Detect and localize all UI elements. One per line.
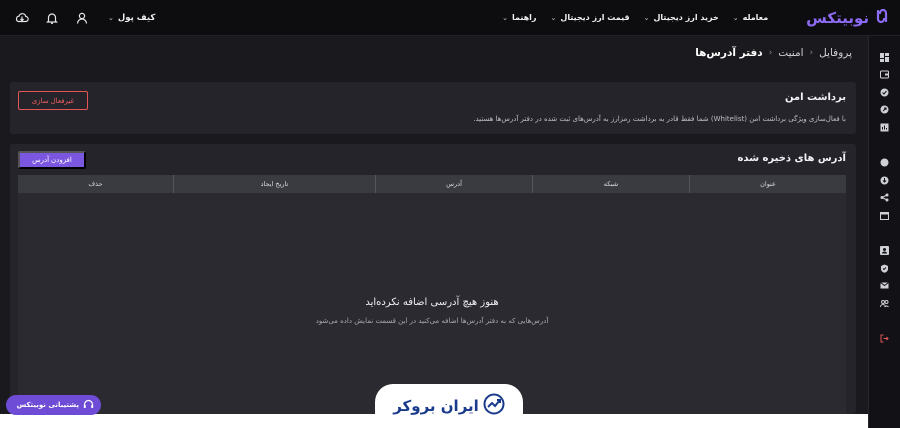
dashboard-icon[interactable] xyxy=(880,52,890,62)
top-right-nav: نوبیتکس معامله ⌄ خرید ارز دیجیتال ⌄ قیمت… xyxy=(502,8,890,28)
nav-item-label: خرید ارز دیجیتال xyxy=(653,13,719,22)
empty-state-description: آدرس‌هایی که به دفتر آدرس‌ها اضافه می‌کن… xyxy=(315,317,549,325)
chart-up-icon xyxy=(483,393,505,419)
chevron-left-icon: ‹ xyxy=(768,48,773,58)
share-icon[interactable] xyxy=(880,193,890,203)
safe-withdraw-title: برداشت امن xyxy=(784,92,846,103)
logo-mark-icon xyxy=(874,8,890,28)
breadcrumb-address-book: دفتر آدرس‌ها xyxy=(695,47,763,59)
support-label: پشتیبانی نوبیتکس xyxy=(16,401,79,409)
deposit-icon[interactable] xyxy=(880,175,890,185)
top-navbar: ⌄ کیف پول نوبیتکس معامله ⌄ خرید ارز دیجی… xyxy=(0,0,900,36)
watermark-text: ایران بروکر xyxy=(393,397,479,415)
logo-text: نوبیتکس xyxy=(806,8,869,27)
nav-item-label: معامله xyxy=(742,13,769,22)
column-network[interactable]: شبکه xyxy=(532,175,689,193)
orders-icon[interactable] xyxy=(880,87,890,97)
add-address-button[interactable]: افزودن آدرس xyxy=(18,151,86,169)
nav-item-trade[interactable]: معامله ⌄ xyxy=(733,13,768,22)
logout-icon[interactable] xyxy=(880,334,890,344)
report-icon[interactable] xyxy=(880,122,890,132)
nav-item-buy-crypto[interactable]: خرید ارز دیجیتال ⌄ xyxy=(644,13,719,22)
side-icon-rail xyxy=(868,36,900,428)
nav-item-label: قیمت ارز دیجیتال xyxy=(560,13,630,22)
headset-icon xyxy=(83,399,94,412)
chevron-down-icon: ⌄ xyxy=(550,13,557,22)
breadcrumb: پروفایل ‹ امنیت ‹ دفتر آدرس‌ها xyxy=(695,44,852,62)
referral-icon[interactable] xyxy=(880,298,890,308)
user-icon[interactable] xyxy=(74,10,90,26)
saved-addresses-title: آدرس های ذخیره شده xyxy=(737,153,846,164)
deactivate-button[interactable]: غیرفعال سازی xyxy=(18,91,88,110)
watermark-badge: ایران بروکر xyxy=(375,384,523,428)
main-nav: معامله ⌄ خرید ارز دیجیتال ⌄ قیمت ارز دیج… xyxy=(502,13,768,22)
profile-card-icon[interactable] xyxy=(880,246,890,256)
nav-item-label: راهنما xyxy=(511,13,537,22)
nav-item-help[interactable]: راهنما ⌄ xyxy=(502,13,536,22)
column-title[interactable]: عنوان xyxy=(689,175,846,193)
breadcrumb-profile[interactable]: پروفایل xyxy=(819,47,852,59)
chevron-down-icon: ⌄ xyxy=(732,13,739,22)
top-left-actions: ⌄ کیف پول xyxy=(14,10,155,26)
calendar-icon[interactable] xyxy=(880,210,890,220)
saved-addresses-panel: آدرس های ذخیره شده افزودن آدرس عنوان شبک… xyxy=(10,144,856,414)
column-created-date[interactable]: تاریخ ایجاد xyxy=(173,175,375,193)
chevron-down-icon: ⌄ xyxy=(108,13,114,22)
table-header: عنوان شبکه آدرس تاریخ ایجاد حذف xyxy=(18,175,846,193)
shield-icon[interactable] xyxy=(880,263,890,273)
wallet-label: کیف پول xyxy=(117,12,156,23)
wallet-menu[interactable]: ⌄ کیف پول xyxy=(108,13,155,23)
mail-icon[interactable] xyxy=(880,281,890,291)
support-button[interactable]: پشتیبانی نوبیتکس xyxy=(6,395,101,415)
phone-icon[interactable] xyxy=(880,158,890,168)
breadcrumb-security[interactable]: امنیت xyxy=(778,47,803,59)
chevron-down-icon: ⌄ xyxy=(643,13,650,22)
safe-withdraw-panel: برداشت امن با فعال‌سازی ویژگی برداشت امن… xyxy=(10,82,856,134)
empty-state-title: هنوز هیچ آدرسی اضافه نکرده‌اید xyxy=(365,297,499,308)
download-icon[interactable] xyxy=(14,10,30,26)
column-address[interactable]: آدرس xyxy=(375,175,532,193)
table-body: هنوز هیچ آدرسی اضافه نکرده‌اید آدرس‌هایی… xyxy=(18,193,846,414)
chevron-down-icon: ⌄ xyxy=(502,13,508,22)
logo[interactable]: نوبیتکس xyxy=(806,8,890,28)
nav-item-crypto-price[interactable]: قیمت ارز دیجیتال ⌄ xyxy=(551,13,630,22)
column-delete: حذف xyxy=(88,180,103,188)
chevron-left-icon: ‹ xyxy=(809,48,814,58)
wallet-icon[interactable] xyxy=(880,70,890,80)
history-icon[interactable] xyxy=(880,105,890,115)
safe-withdraw-description: با فعال‌سازی ویژگی برداشت امن (Whitelist… xyxy=(473,115,846,123)
bell-icon[interactable] xyxy=(44,10,60,26)
